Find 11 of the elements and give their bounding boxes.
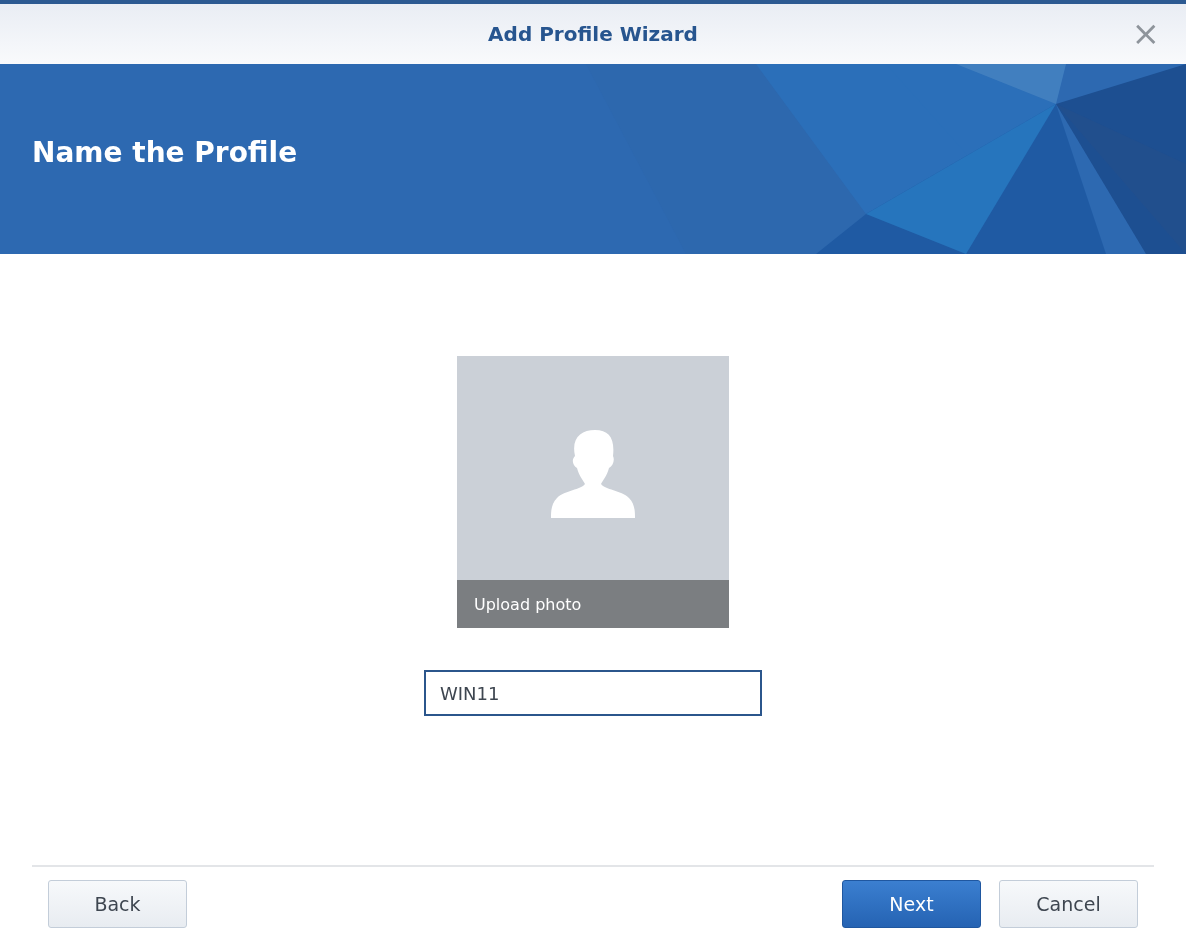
window-title: Add Profile Wizard bbox=[488, 22, 698, 46]
cancel-button[interactable]: Cancel bbox=[999, 880, 1138, 928]
back-button[interactable]: Back bbox=[48, 880, 187, 928]
upload-photo-label[interactable]: Upload photo bbox=[474, 594, 582, 614]
upload-photo-bar[interactable]: Upload photo bbox=[457, 580, 729, 628]
profile-photo-tile[interactable]: Upload photo bbox=[457, 356, 729, 628]
banner-title: Name the Profile bbox=[32, 135, 298, 169]
avatar-silhouette-icon bbox=[551, 428, 635, 518]
next-button[interactable]: Next bbox=[842, 880, 981, 928]
close-button[interactable]: × bbox=[1131, 18, 1160, 48]
profile-name-field[interactable]: WIN11 bbox=[424, 670, 762, 716]
